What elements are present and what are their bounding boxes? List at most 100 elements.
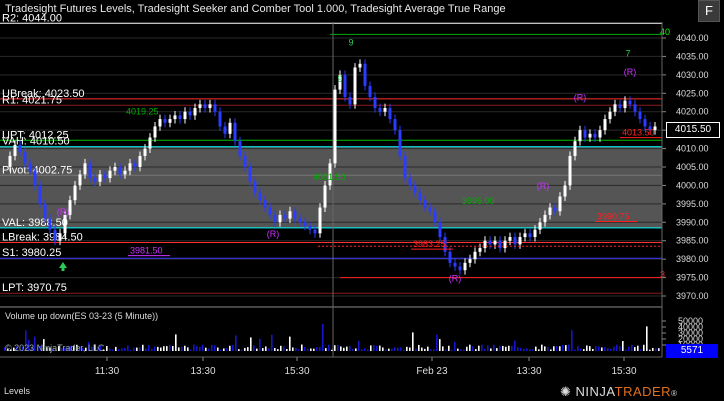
volume-bar [478,345,480,351]
volume-bar [175,334,177,351]
candle-body [438,222,442,238]
volume-bar [577,346,579,351]
volume-bar [238,349,240,351]
candle-body [418,192,422,201]
chart-window: R2: 4044.00 UBreak: 4023.50 R1: 4021.75 UPT… [0,0,724,401]
candle-body [73,185,77,201]
price-tick-label: 4040.00 [676,33,709,43]
volume-bar [433,349,435,351]
candle-body [278,214,282,223]
volume-bar [496,348,498,351]
volume-bar [421,347,423,351]
candle-body [478,248,482,252]
annotation-label: 3981.50 [130,246,163,256]
candle-body [463,262,467,271]
candle-body [43,203,47,219]
volume-bar [307,348,309,351]
candle-body [313,229,317,234]
volume-bar [523,348,525,351]
level-label: LPT: 3970.75 [2,282,67,294]
candle-body [533,229,537,238]
volume-bar [574,349,576,351]
volume-bar [361,349,363,351]
volume-bar [439,339,441,351]
volume-bar [262,348,264,351]
volume-bar [448,345,450,351]
candle-body [173,115,177,120]
volume-bar [124,347,126,351]
volume-bar [256,348,258,351]
candle-body [563,185,567,197]
volume-bar [241,349,243,351]
candle-body [423,200,427,208]
volume-bar [289,336,291,351]
volume-bar [145,348,147,351]
volume-bar [622,341,624,351]
volume-bar [571,330,573,351]
volume-bar [172,346,174,351]
volume-bar [358,340,360,351]
volume-bar [460,349,462,351]
volume-bar [550,349,552,351]
setup-r-mark: (R) [624,67,637,77]
candle-body [243,155,247,167]
candle-body [78,174,82,186]
volume-bar [367,349,369,351]
count-mark: 9 [348,37,353,47]
candle-body [593,133,597,138]
volume-bar [529,349,531,351]
volume-bar [280,345,282,351]
volume-bar [115,346,117,351]
candle-body [138,155,142,167]
candle-body [248,167,252,182]
candle-body [293,211,297,219]
f-button[interactable]: F [698,0,720,22]
volume-bar [271,334,273,351]
volume-bar [169,345,171,351]
candle-body [228,122,232,134]
volume-bar [589,346,591,351]
volume-bar [166,346,168,351]
volume-bar [292,347,294,351]
price-chart[interactable]: R2: 4044.00UBreak: 4023.50R1: 4021.75UPT… [0,0,724,401]
candle-body [38,185,42,204]
volume-bar [424,348,426,351]
volume-bar [346,346,348,351]
volume-bar [541,344,543,351]
volume-panel-title: Volume up down(ES 03-23 (5 Minute)) [5,311,159,321]
volume-bar [343,347,345,351]
candle-body [8,155,12,167]
candle-body [93,178,97,182]
up-arrow-icon [59,262,67,271]
volume-bar [163,346,165,351]
candle-body [158,119,162,127]
volume-bar [586,345,588,351]
volume-bar [325,348,327,351]
candle-body [148,137,152,149]
candle-body [638,111,642,120]
volume-bar [604,347,606,351]
volume-bar [322,324,324,351]
candle-body [483,240,487,249]
volume-bar [658,348,660,351]
volume-bar [613,346,615,351]
candle-body [548,207,552,215]
tab-levels[interactable]: Levels [4,386,30,396]
volume-bar [412,332,414,351]
volume-bar [253,345,255,351]
candle-body [113,167,117,171]
candle-body [528,233,532,238]
candle-body [628,100,632,105]
time-tick-label: Feb 23 [416,366,448,377]
candle-body [163,119,167,123]
volume-bar [487,345,489,351]
volume-bar [121,348,123,351]
volume-bar [187,347,189,351]
price-tick-label: 3970.00 [676,291,709,301]
volume-bar [442,346,444,351]
volume-bar [637,345,639,351]
volume-bar [376,345,378,351]
volume-bar [133,347,135,351]
candle-body [383,108,387,112]
candle-body [53,229,57,241]
